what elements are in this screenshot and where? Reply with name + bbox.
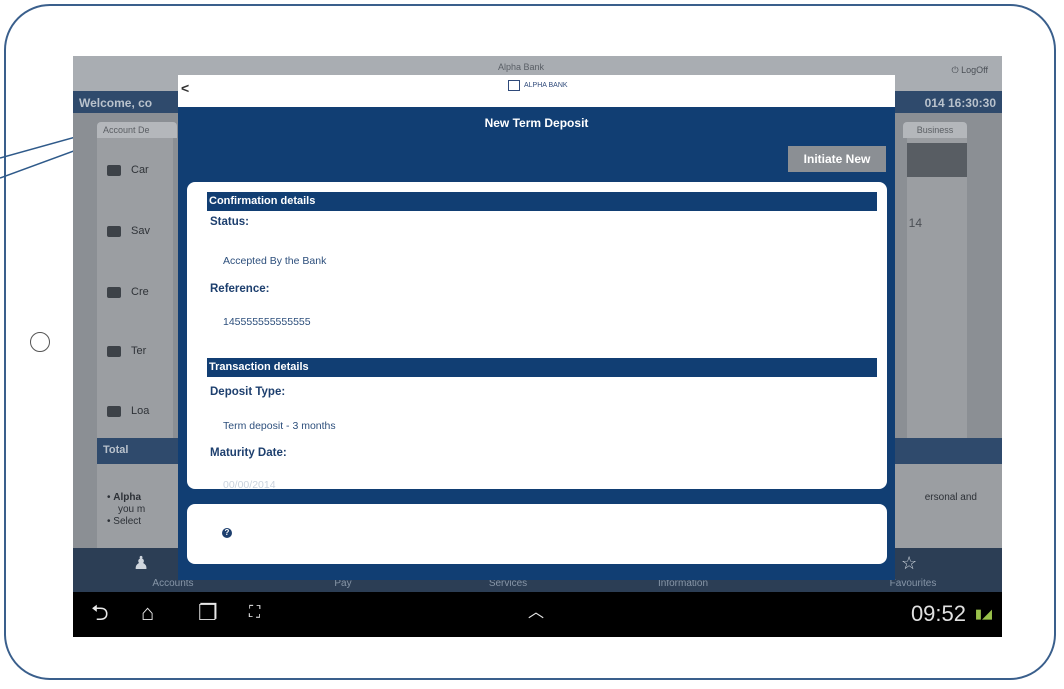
recent-apps-icon[interactable]: ❐ <box>198 602 218 624</box>
menu-item-label: Ter <box>131 345 147 357</box>
menu-item-label: Car <box>131 164 149 176</box>
menu-item-label: Cre <box>131 286 149 298</box>
card-icon <box>107 164 121 176</box>
bank-logo-icon <box>508 80 520 91</box>
dialog-logo: ALPHA BANK <box>508 80 568 91</box>
device-screen: Alpha Bank ⏻ LogOff Welcome, co 014 16:3… <box>73 56 1002 637</box>
datetime-text: 014 16:30:30 <box>924 96 996 110</box>
reference-value: 145555555555555 <box>223 316 311 328</box>
menu-item-savings[interactable]: Sav <box>107 225 150 237</box>
tab-account-details[interactable]: Account De <box>97 122 177 138</box>
note-text: Alpha <box>113 492 142 503</box>
accounts-icon: ♟ <box>133 553 150 573</box>
status-value: Accepted By the Bank <box>223 255 327 267</box>
menu-item-label: Loa <box>131 405 150 417</box>
right-date-fragment: 14 <box>908 216 922 230</box>
logoff-label: LogOff <box>961 65 988 75</box>
folder-icon <box>107 286 121 298</box>
tab-business[interactable]: Business <box>903 122 967 138</box>
logoff-button[interactable]: ⏻ LogOff <box>952 65 988 76</box>
chevron-up-icon[interactable]: ︿ <box>528 602 544 624</box>
dialog-title: New Term Deposit <box>484 116 589 130</box>
document-icon <box>107 345 121 357</box>
home-button[interactable] <box>30 332 50 352</box>
note-text: Select <box>113 516 142 527</box>
status-label: Status: <box>210 216 249 228</box>
total-label: Total <box>103 444 129 456</box>
menu-item-label: Sav <box>131 225 150 237</box>
note-line: • Alpha <box>107 492 142 503</box>
header-logo: Alpha Bank <box>498 62 545 72</box>
details-card <box>187 182 887 489</box>
chevron-left-icon[interactable]: < <box>181 80 189 96</box>
help-icon[interactable]: ? <box>222 528 232 538</box>
note-line: you m <box>118 504 146 515</box>
reference-label: Reference: <box>210 283 270 295</box>
piggy-icon <box>107 225 121 237</box>
deposit-type-value: Term deposit - 3 months <box>223 420 336 432</box>
power-icon: ⏻ <box>951 65 962 75</box>
note-right: ersonal and <box>924 492 977 503</box>
menu-item-loans[interactable]: Loa <box>107 405 149 417</box>
calendar-icon <box>107 405 121 417</box>
home-icon[interactable]: ⌂ <box>141 602 154 624</box>
transaction-header: Transaction details <box>207 358 877 377</box>
right-panel-header <box>907 143 967 177</box>
signal-battery-icon: ▮◢ <box>974 606 992 621</box>
confirmation-header: Confirmation details <box>207 192 877 211</box>
star-icon: ☆ <box>901 553 918 573</box>
menu-item-credit[interactable]: Cre <box>107 286 149 298</box>
right-panel <box>907 138 967 438</box>
maturity-label: Maturity Date: <box>210 447 287 459</box>
initiate-new-button[interactable]: Initiate New <box>788 146 886 172</box>
help-card <box>187 504 887 564</box>
screenshot-icon[interactable]: ⛶ <box>249 602 260 624</box>
maturity-value: 00/00/2014 <box>223 479 276 491</box>
note-line: • Select <box>107 516 142 527</box>
deposit-type-label: Deposit Type: <box>210 386 286 398</box>
menu-item-term[interactable]: Ter <box>107 345 146 357</box>
menu-item-cards[interactable]: Car <box>107 164 149 176</box>
clock: 09:52 <box>910 601 966 626</box>
dialog-logo-text: ALPHA BANK <box>524 82 568 89</box>
back-icon[interactable]: ⮌ <box>91 602 109 624</box>
welcome-text: Welcome, co <box>79 96 153 110</box>
